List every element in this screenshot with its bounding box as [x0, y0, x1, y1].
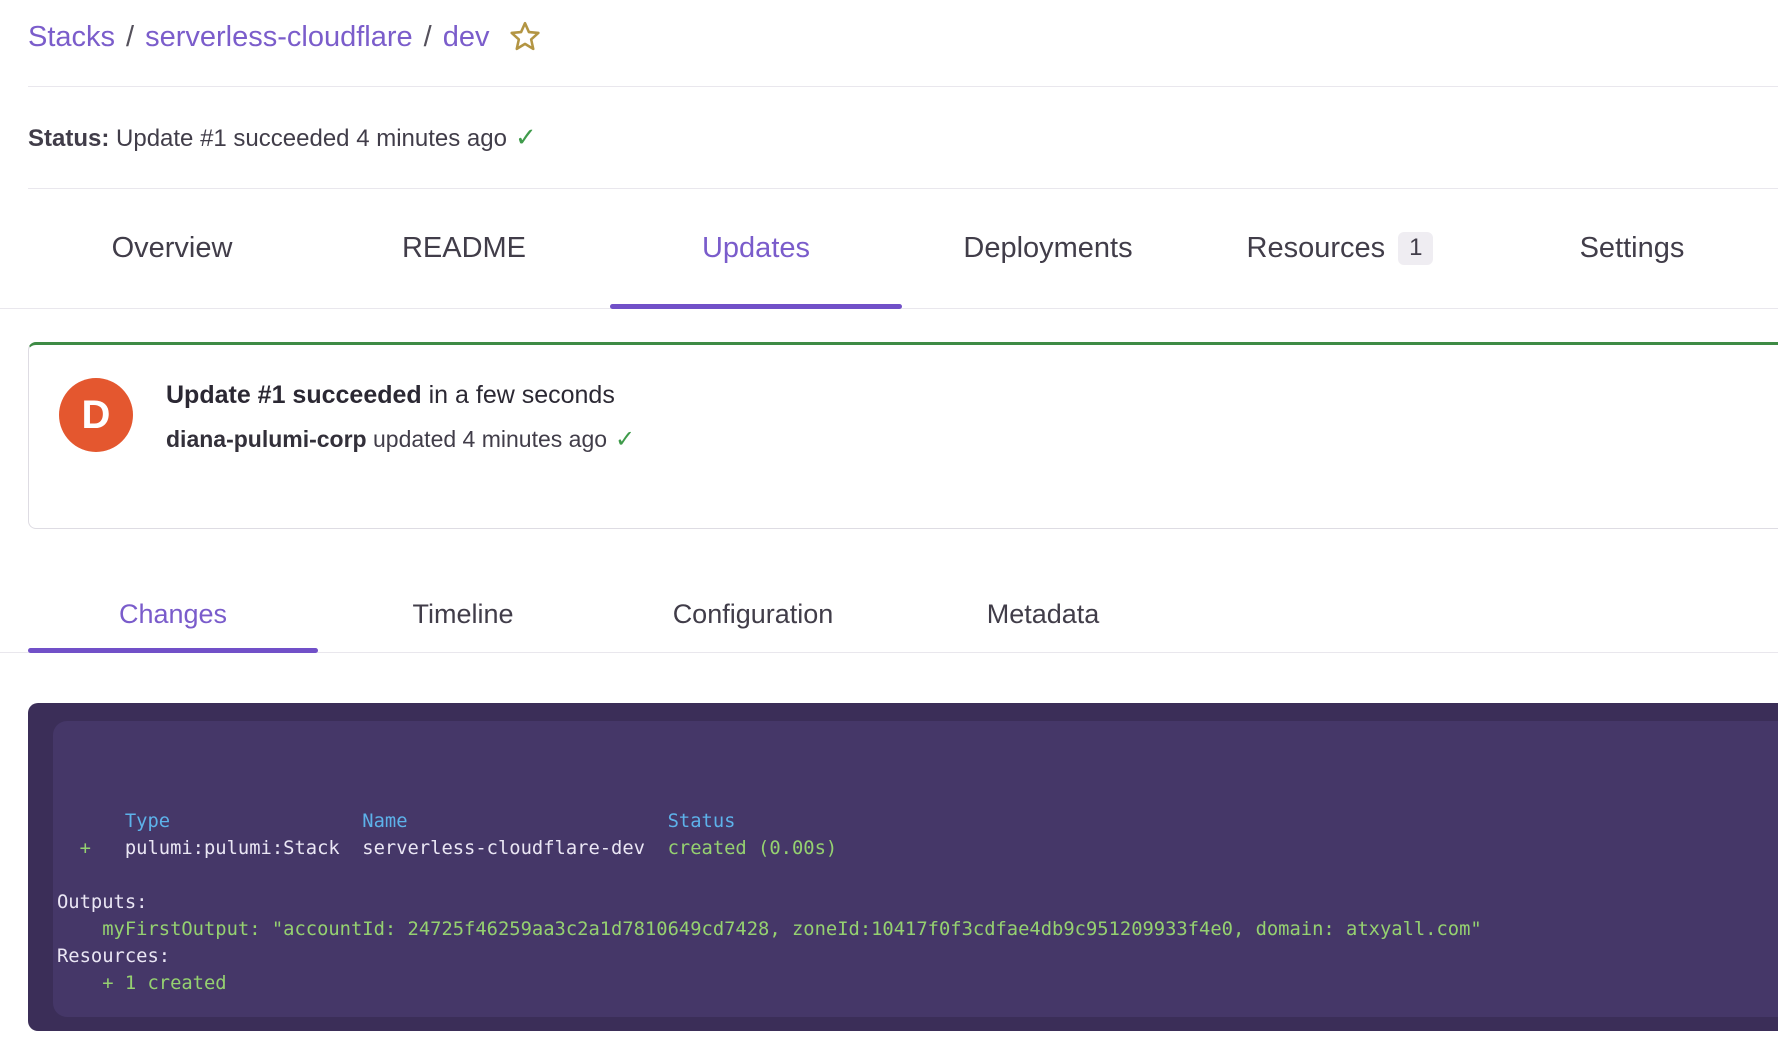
tab-label: Deployments — [963, 232, 1132, 265]
tab-readme[interactable]: README — [318, 189, 610, 308]
tab-label: Changes — [119, 599, 227, 630]
avatar: D — [59, 378, 133, 452]
console-output: Type Name Status + pulumi:pulumi:Stack s… — [57, 808, 1482, 997]
update-author: diana-pulumi-corp — [166, 426, 367, 452]
update-title-bold: Update #1 succeeded — [166, 381, 422, 409]
breadcrumb-link-stack[interactable]: dev — [443, 21, 490, 54]
update-meta-text: updated 4 minutes ago — [367, 426, 607, 452]
tab-label: Resources — [1247, 232, 1386, 265]
console-op-created: + — [57, 838, 91, 859]
console-resources-line: + 1 created — [57, 973, 227, 994]
success-check-icon: ✓ — [515, 122, 537, 152]
tab-label: Settings — [1580, 232, 1685, 265]
breadcrumb-link-project[interactable]: serverless-cloudflare — [145, 21, 413, 54]
star-icon — [507, 19, 543, 55]
breadcrumb-separator: / — [126, 21, 134, 54]
console-outputs-line: myFirstOutput: "accountId: 24725f46259aa… — [57, 919, 1482, 940]
detail-tabs: Changes Timeline Configuration Metadata — [0, 576, 1778, 653]
console-header-row: Type Name Status — [57, 811, 735, 832]
tab-deployments[interactable]: Deployments — [902, 189, 1194, 308]
tab-label: Configuration — [673, 599, 834, 630]
tab-label: README — [402, 232, 526, 265]
update-card[interactable]: D Update #1 succeeded in a few seconds d… — [28, 342, 1778, 529]
tab-label: Timeline — [412, 599, 513, 630]
tab-resources[interactable]: Resources 1 — [1194, 189, 1486, 308]
update-title: Update #1 succeeded in a few seconds — [166, 381, 615, 410]
favorite-star-button[interactable] — [507, 19, 543, 55]
tab-label: Metadata — [987, 599, 1100, 630]
update-meta: diana-pulumi-corp updated 4 minutes ago ✓ — [166, 425, 635, 454]
tab-changes[interactable]: Changes — [28, 576, 318, 652]
tab-label: Updates — [702, 232, 810, 265]
status-label: Status: — [28, 125, 109, 152]
tab-label: Overview — [112, 232, 233, 265]
tab-settings[interactable]: Settings — [1486, 189, 1778, 308]
console-resource-status: created (0.00s) — [668, 838, 838, 859]
update-title-duration: in a few seconds — [422, 381, 615, 409]
main-tabs: Overview README Updates Deployments Reso… — [0, 189, 1778, 309]
tab-timeline[interactable]: Timeline — [318, 576, 608, 652]
success-check-icon: ✓ — [615, 426, 635, 453]
breadcrumb-separator: / — [424, 21, 432, 54]
console-resource-type-name: pulumi:pulumi:Stack serverless-cloudflar… — [91, 838, 668, 859]
console-outputs-label: Outputs: — [57, 892, 147, 913]
tab-configuration[interactable]: Configuration — [608, 576, 898, 652]
status-bar: Status: Update #1 succeeded 4 minutes ag… — [28, 122, 537, 153]
status-message: Update #1 succeeded 4 minutes ago — [109, 125, 507, 152]
breadcrumb: Stacks / serverless-cloudflare / dev — [28, 17, 543, 57]
terminal-panel: Type Name Status + pulumi:pulumi:Stack s… — [28, 703, 1778, 1031]
resources-count-badge: 1 — [1398, 232, 1433, 264]
tab-overview[interactable]: Overview — [26, 189, 318, 308]
tab-updates[interactable]: Updates — [610, 189, 902, 308]
console-resources-label: Resources: — [57, 946, 170, 967]
tab-metadata[interactable]: Metadata — [898, 576, 1188, 652]
divider — [28, 86, 1778, 87]
breadcrumb-link-stacks[interactable]: Stacks — [28, 21, 115, 54]
